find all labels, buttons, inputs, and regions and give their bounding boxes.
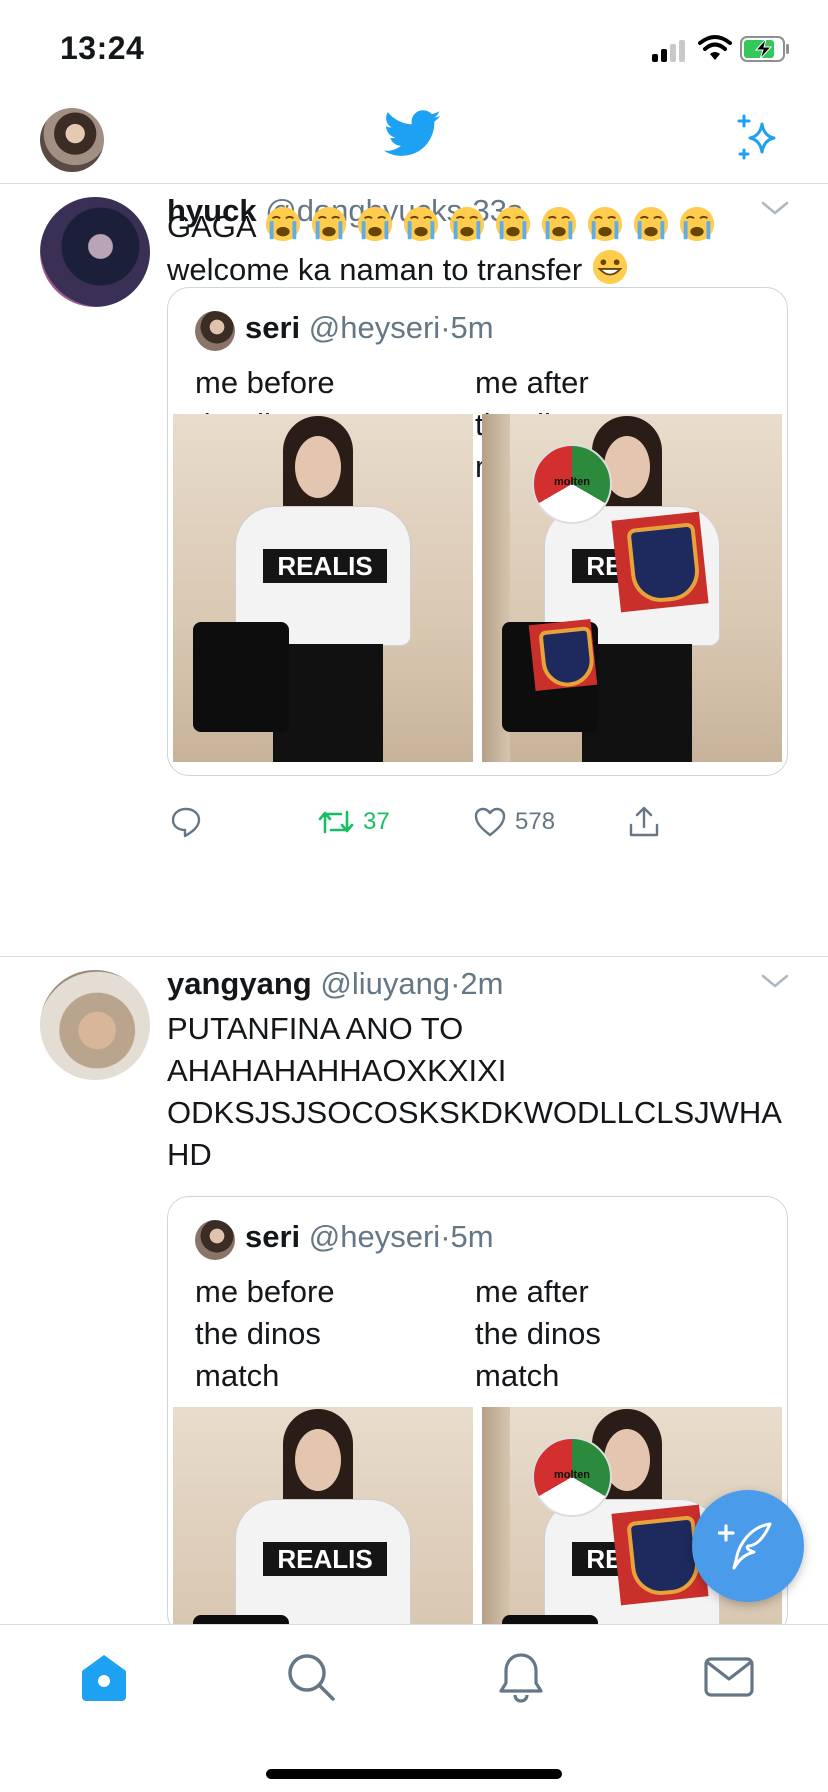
loudly-crying-emoji-icon (495, 206, 530, 242)
quoted-author-handle: @heyseri (308, 1219, 441, 1254)
tweet-text: PUTANFINA ANO TO AHAHAHAHHAOXKXIXI ODKSJ… (167, 1008, 782, 1176)
loudly-crying-emoji-icon (311, 206, 346, 242)
tweet-action-bar: 37 578 (167, 800, 727, 850)
loudly-crying-emoji-icon (541, 206, 576, 242)
quoted-photo-before[interactable]: REALIS (173, 414, 473, 762)
loudly-crying-emoji-icon (403, 206, 438, 242)
dinos-logo-sticker-icon (611, 511, 709, 613)
loudly-crying-emoji-icon (265, 206, 300, 242)
compose-tweet-icon (718, 1522, 772, 1570)
quoted-tweet-time: 5m (450, 310, 494, 345)
chevron-down-icon[interactable] (760, 199, 790, 219)
quoted-text-line: me before (195, 365, 335, 400)
quoted-author-avatar[interactable] (195, 1220, 235, 1260)
grinning-emoji-icon (592, 249, 627, 285)
quoted-photo-grid: REALIS REALIS molten (173, 414, 782, 762)
tweet-text-line: welcome ka naman to transfer (167, 252, 583, 287)
tweet[interactable]: hyuck @donghyucks·33s GAGA welcome ka na… (0, 185, 828, 957)
quoted-photo-before[interactable]: REALIS (173, 1407, 473, 1635)
quoted-text-line: match (195, 1358, 280, 1393)
loudly-crying-emoji-icon (587, 206, 622, 242)
hoodie-print-text: REALIS (263, 549, 387, 583)
quoted-photo-after[interactable]: REALIS molten (482, 414, 782, 762)
dinos-logo-sticker-icon (528, 618, 598, 692)
home-icon[interactable] (76, 1649, 132, 1705)
author-handle: @liuyang (320, 966, 451, 1001)
quoted-author-avatar[interactable] (195, 311, 235, 351)
tweet-text-line: AHAHAHAHHAOXKXIXI (167, 1053, 507, 1088)
quoted-text-right: me after the dinos match (475, 1271, 601, 1397)
quoted-tweet-time: 5m (450, 1219, 494, 1254)
author-avatar[interactable] (40, 970, 150, 1080)
loudly-crying-emoji-icon (357, 206, 392, 242)
like-button[interactable]: 578 (473, 800, 555, 844)
tweet-text: GAGA welcome ka naman to transfer (167, 205, 724, 291)
reply-icon (171, 807, 201, 838)
top-navigation-bar (0, 96, 828, 184)
tweet-time: 2m (460, 966, 504, 1001)
separator-dot: · (440, 310, 451, 345)
battery-charging-icon (740, 36, 789, 62)
bottom-tab-bar (0, 1624, 828, 1792)
chevron-down-icon[interactable] (760, 972, 790, 992)
quoted-author-name: seri (245, 1219, 301, 1254)
loudly-crying-emoji-icon (679, 206, 714, 242)
quoted-text-line: the dinos (195, 1316, 321, 1351)
volleyball-sticker-icon: molten (532, 444, 612, 524)
profile-avatar-button[interactable] (40, 108, 104, 172)
quoted-text-line: me after (475, 365, 589, 400)
quoted-author-name: seri (245, 310, 301, 345)
tweet-text-line: GAGA (167, 209, 255, 244)
retweet-icon (318, 810, 354, 834)
quoted-text-line: match (475, 1358, 560, 1393)
separator-dot: · (440, 1219, 451, 1254)
twitter-bird-icon[interactable] (384, 110, 442, 158)
quoted-tweet-card[interactable]: seri @heyseri·5m me before the dinos mat… (167, 1196, 788, 1636)
retweet-count: 37 (363, 808, 390, 835)
quoted-text-line: me before (195, 1274, 335, 1309)
quoted-tweet-card[interactable]: seri @heyseri·5m me before the dinos mat… (167, 287, 788, 776)
messages-icon[interactable] (701, 1649, 757, 1705)
home-indicator[interactable] (266, 1769, 562, 1779)
sparkle-icon[interactable] (734, 114, 782, 162)
wifi-icon (698, 35, 732, 60)
compose-tweet-button[interactable] (692, 1490, 804, 1602)
quoted-tweet-header: seri @heyseri·5m (245, 310, 494, 346)
search-icon[interactable] (283, 1649, 339, 1705)
retweet-button[interactable]: 37 (317, 800, 390, 844)
quoted-photo-grid: REALIS REALIS molten (173, 1407, 782, 1635)
reply-button[interactable] (169, 800, 211, 844)
author-name[interactable]: yangyang (167, 966, 312, 1001)
loudly-crying-emoji-icon (449, 206, 484, 242)
author-avatar[interactable] (40, 197, 150, 307)
heart-icon (474, 807, 506, 837)
share-icon (629, 806, 659, 837)
quoted-text-line: the dinos (475, 1316, 601, 1351)
status-bar: 13:24 (0, 0, 828, 96)
loudly-crying-emoji-row (264, 206, 724, 244)
quoted-text-left: me before the dinos match (195, 1271, 335, 1397)
quoted-author-handle: @heyseri (308, 310, 441, 345)
tweet-text-line: ODKSJSJSOCOSKSKDKWODLLCLSJWHA (167, 1095, 782, 1130)
like-count: 578 (515, 808, 556, 835)
share-button[interactable] (627, 800, 669, 844)
status-time: 13:24 (60, 30, 145, 66)
quoted-tweet-header: seri @heyseri·5m (245, 1219, 494, 1255)
notifications-icon[interactable] (493, 1649, 549, 1705)
tweet-header: yangyang @liuyang·2m (167, 966, 503, 1002)
tweet-text-line: PUTANFINA ANO TO (167, 1011, 464, 1046)
quoted-text-line: me after (475, 1274, 589, 1309)
tweet-text-line: HD (167, 1137, 212, 1172)
hoodie-print-text: REALIS (263, 1542, 387, 1576)
volleyball-sticker-icon: molten (532, 1437, 612, 1517)
separator-dot: · (450, 966, 461, 1001)
cellular-signal-icon (652, 40, 690, 62)
loudly-crying-emoji-icon (633, 206, 668, 242)
